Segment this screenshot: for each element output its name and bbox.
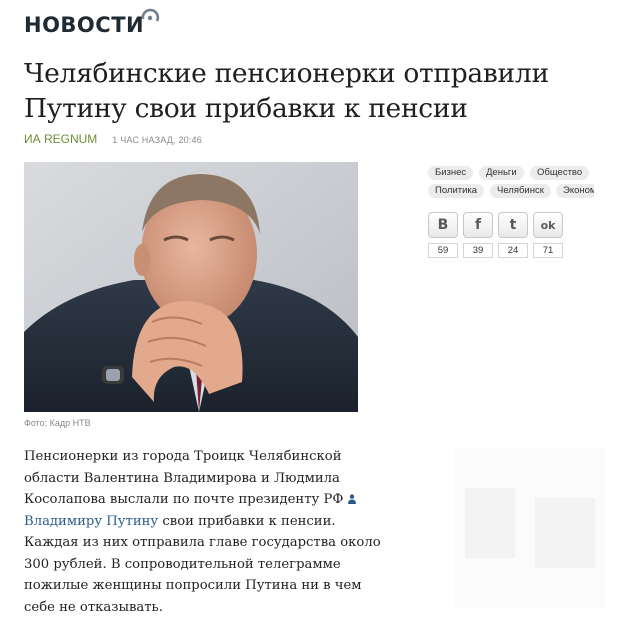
tag-item[interactable]: Челябинск xyxy=(490,184,551,198)
faded-banner xyxy=(455,448,605,608)
vk-icon: B xyxy=(437,217,449,233)
person-link-label: Владимиру Путину xyxy=(24,513,159,529)
vk-share-button[interactable]: B xyxy=(428,212,458,238)
publish-time: 1 ЧАС НАЗАД, 20:46 xyxy=(112,135,202,145)
tag-list: Бизнес Деньги Общество Политика Челябинс… xyxy=(428,166,594,200)
tag-item[interactable]: Бизнес xyxy=(428,166,474,180)
odnoklassniki-icon: ok xyxy=(540,218,556,232)
odnoklassniki-share-button[interactable]: ok xyxy=(533,212,563,238)
logo-arc-icon xyxy=(141,8,160,22)
person-icon xyxy=(347,494,356,504)
tag-item[interactable]: Деньги xyxy=(479,166,524,180)
twitter-share-button[interactable]: t xyxy=(498,212,528,238)
vk-share-count: 59 xyxy=(428,243,458,258)
facebook-share-count: 39 xyxy=(463,243,493,258)
article-photo xyxy=(24,162,358,412)
twitter-share-count: 24 xyxy=(498,243,528,258)
tag-item[interactable]: Общество xyxy=(530,166,590,180)
article-headline: Челябинские пенсионерки отправили Путину… xyxy=(24,58,549,124)
source-link[interactable]: ИА REGNUM xyxy=(24,132,97,146)
site-logo[interactable]: НОВОСТИ xyxy=(24,8,160,37)
twitter-icon: t xyxy=(509,217,517,233)
tag-item[interactable]: Эконом xyxy=(556,184,594,198)
article-body: Пенсионерки из города Троицк Челябинской… xyxy=(24,446,394,618)
article-text-part-1: Пенсионерки из города Троицк Челябинской… xyxy=(24,449,344,507)
facebook-icon: f xyxy=(474,217,482,233)
article-meta: ИА REGNUM 1 ЧАС НАЗАД, 20:46 xyxy=(24,132,202,146)
photo-illustration xyxy=(24,162,358,412)
tag-item[interactable]: Политика xyxy=(428,184,485,198)
photo-caption: Фото: Кадр НТВ xyxy=(24,418,91,428)
facebook-share-button[interactable]: f xyxy=(463,212,493,238)
logo-text: НОВОСТИ xyxy=(24,13,145,37)
odnoklassniki-share-count: 71 xyxy=(533,243,563,258)
